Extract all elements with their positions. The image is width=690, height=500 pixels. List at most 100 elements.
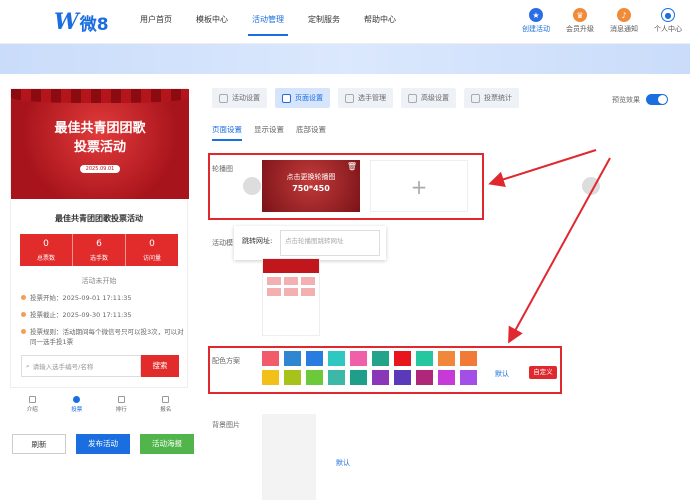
stat-label: 访问量 (142, 255, 161, 262)
template-cell (284, 277, 298, 285)
highlight-color-box (208, 346, 562, 394)
vote-rule-text: 投票规则：活动期间每个微信号只可以投3次，可以对同一选手投1票 (30, 328, 184, 346)
background-default-button[interactable]: 默认 (336, 458, 350, 468)
poster-title: 最佳共青团团歌 投票活动 (11, 119, 189, 157)
stat-label: 总票数 (36, 255, 55, 262)
jump-url-input[interactable]: 点击轮播图跳转网址 (280, 230, 380, 256)
gear-icon (219, 93, 228, 103)
notifications-button[interactable]: ♪ 消息通知 (602, 6, 646, 34)
tab-ranking[interactable]: 排行 (99, 396, 144, 418)
vote-end-info: 投票截止：2025-09-30 17:11:35 (21, 310, 187, 320)
stat-total-votes: 0 总票数 (20, 234, 73, 266)
stat-value: 6 (96, 239, 102, 249)
tab-intro[interactable]: 介绍 (10, 396, 55, 418)
subtab-page-settings[interactable]: 页面设置 (212, 124, 242, 141)
stat-label: 选手数 (89, 255, 108, 262)
poster-button[interactable]: 活动海报 (140, 434, 194, 454)
step-contestant-management[interactable]: 选手管理 (338, 88, 393, 108)
step-label: 投票统计 (484, 94, 512, 102)
vote-end-text: 投票截止：2025-09-30 17:11:35 (30, 311, 132, 319)
step-vote-stats[interactable]: 投票统计 (464, 88, 519, 108)
nav-activity-management[interactable]: 活动管理 (240, 0, 296, 44)
user-center-button[interactable]: ● 个人中心 (646, 6, 690, 34)
preview-tabbar: 介绍 投票 排行 报名 (10, 396, 188, 418)
member-upgrade-button[interactable]: ♛ 会员升级 (558, 6, 602, 34)
jump-url-popup: 跳转网址: 点击轮播图跳转网址 (234, 226, 386, 260)
publish-button[interactable]: 发布活动 (76, 434, 130, 454)
user-icon (345, 93, 354, 103)
info-dot (21, 329, 26, 334)
template-cell (267, 288, 281, 296)
poster-image: 最佳共青团团歌 投票活动 2025.09.01 (11, 89, 189, 199)
curtain-decoration (11, 89, 189, 103)
vote-start-info: 投票开始：2025-09-01 17:11:35 (21, 293, 187, 303)
search-placeholder: 请输入选手编号/名称 (32, 363, 94, 371)
intro-icon (28, 396, 36, 403)
page-icon (282, 93, 291, 103)
step-label: 活动设置 (232, 94, 260, 102)
step-page-settings[interactable]: 页面设置 (275, 88, 330, 108)
subtab-footer-settings[interactable]: 底部设置 (296, 124, 326, 141)
step-activity-settings[interactable]: 活动设置 (212, 88, 267, 108)
stat-visits: 0 访问量 (126, 234, 178, 266)
notifications-label: 消息通知 (610, 25, 638, 33)
contestant-search: ⌕ 请输入选手编号/名称 搜索 (21, 355, 179, 377)
activity-template-label: 活动模 (212, 239, 233, 247)
settings-steps: 活动设置 页面设置 选手管理 高级设置 投票统计 (212, 88, 519, 108)
step-advanced-settings[interactable]: 高级设置 (401, 88, 456, 108)
tab-label: 报名 (160, 407, 172, 413)
stat-value: 0 (43, 239, 49, 249)
step-label: 高级设置 (421, 94, 449, 102)
search-input[interactable]: ⌕ 请输入选手编号/名称 (21, 355, 141, 377)
chart-icon (471, 93, 480, 103)
preview-switch[interactable] (646, 94, 668, 105)
poster-date: 2025.09.01 (80, 165, 120, 173)
tab-label: 投票 (71, 407, 83, 413)
member-upgrade-label: 会员升级 (566, 25, 594, 33)
star-icon: ★ (529, 8, 543, 22)
tab-label: 排行 (115, 407, 127, 413)
main-nav: 用户首页 模板中心 活动管理 定制服务 帮助中心 (128, 0, 408, 44)
activity-title: 最佳共青团团歌投票活动 (55, 214, 143, 223)
template-cell (301, 277, 315, 285)
nav-templates[interactable]: 模板中心 (184, 0, 240, 44)
settings-icon (408, 93, 417, 103)
step-label: 页面设置 (295, 94, 323, 102)
stat-contestants: 6 选手数 (73, 234, 126, 266)
vote-icon (73, 396, 81, 403)
nav-help[interactable]: 帮助中心 (352, 0, 408, 44)
tab-vote[interactable]: 投票 (55, 396, 100, 418)
header-actions: ★ 创建活动 ♛ 会员升级 ♪ 消息通知 ● 个人中心 (514, 6, 690, 34)
stats-bar: 0 总票数 6 选手数 0 访问量 (20, 234, 178, 266)
vote-rule-info: 投票规则：活动期间每个微信号只可以投3次，可以对同一选手投1票 (21, 327, 187, 347)
background-image-slot[interactable] (262, 414, 316, 500)
activity-status: 活动未开始 (81, 277, 117, 285)
subtab-display-settings[interactable]: 显示设置 (254, 124, 284, 141)
template-thumbnail[interactable] (262, 258, 320, 336)
search-icon: ⌕ (26, 361, 30, 370)
jump-url-placeholder: 点击轮播图跳转网址 (285, 237, 344, 245)
user-center-label: 个人中心 (654, 25, 682, 33)
poster-title-line1: 最佳共青团团歌 (54, 121, 146, 136)
top-header: W 微8 用户首页 模板中心 活动管理 定制服务 帮助中心 ★ 创建活动 ♛ 会… (0, 0, 690, 44)
jump-url-label: 跳转网址: (242, 237, 273, 245)
logo[interactable]: W 微8 (54, 9, 109, 35)
tab-signup[interactable]: 报名 (144, 396, 189, 418)
user-icon: ● (661, 8, 675, 22)
nav-home[interactable]: 用户首页 (128, 0, 184, 44)
carousel-next-icon[interactable] (582, 177, 600, 195)
logo-text: 微8 (79, 14, 109, 35)
ranking-icon (117, 396, 125, 403)
nav-custom-service[interactable]: 定制服务 (296, 0, 352, 44)
template-cell (267, 277, 281, 285)
refresh-button[interactable]: 刷新 (12, 434, 66, 454)
info-dot (21, 312, 26, 317)
bell-icon: ♪ (617, 8, 631, 22)
search-button[interactable]: 搜索 (141, 355, 179, 377)
preview-actions: 刷新 发布活动 活动海报 (12, 434, 194, 454)
template-header (263, 259, 319, 273)
create-activity-button[interactable]: ★ 创建活动 (514, 6, 558, 34)
arrow-to-carousel (488, 149, 597, 187)
preview-toggle: 预览效果 (612, 94, 668, 105)
settings-subtabs: 页面设置 显示设置 底部设置 (212, 124, 326, 141)
